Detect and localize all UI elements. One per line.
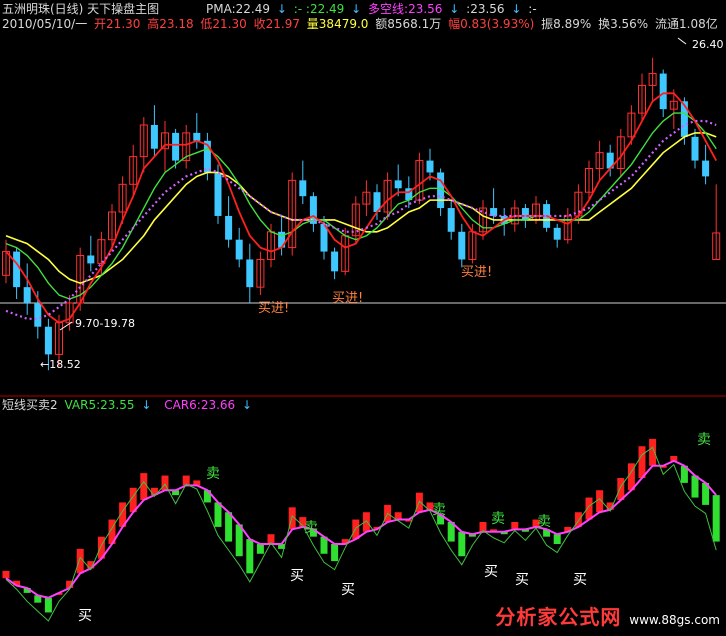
quote-volume: 量38479.0 [306, 17, 369, 31]
pma-value: PMA:22.49 [206, 2, 270, 16]
indicator-bar [256, 544, 264, 554]
candle-body [458, 231, 466, 260]
indicator-bar [140, 473, 148, 500]
chart-canvas: 26.40←18.529.70-19.78买进!买进!买进! 卖卖卖卖 卖卖买买买… [0, 0, 726, 636]
buy-signal-marker: 买 [341, 582, 355, 598]
indicator-bar [331, 544, 339, 562]
candle-body [426, 160, 434, 173]
indicator-title: 短线买卖2 [2, 398, 58, 412]
candle-body [13, 251, 21, 288]
candle-body [521, 208, 529, 220]
candle-body [193, 132, 201, 141]
range-label: 9.70-19.78 [75, 317, 135, 330]
sell-signal-label: 卖 [537, 514, 551, 530]
watermark: 分析家公式网 www.88gs.com [495, 601, 720, 630]
quote-turnover: 换3.56% [598, 17, 649, 31]
ma-value: :- :22.49 [293, 2, 345, 16]
sell-signal-label: 卖 [206, 466, 220, 482]
candle-body [225, 215, 233, 240]
sell-signal-label: 卖 [432, 502, 446, 518]
chart-title: 五洲明珠(日线) 天下操盘主图 [2, 2, 160, 16]
indicator-bar [394, 512, 402, 520]
arrow-down-icon: ↓ [242, 398, 253, 412]
arrow-down-icon: ↓ [511, 2, 522, 16]
buy-signal-marker: 买 [78, 608, 92, 624]
indicator-bar [691, 475, 699, 498]
car6-value: CAR6:23.66 [164, 398, 236, 412]
candle-body [34, 302, 42, 327]
candle-body [659, 73, 667, 110]
low-label: ←18.52 [40, 358, 81, 371]
candle-body [150, 124, 158, 149]
quote-date: 2010/05/10/一 [2, 17, 88, 31]
candle-body [394, 180, 402, 189]
indicator-bar [44, 597, 52, 613]
quote-high: 高23.18 [147, 17, 194, 31]
buy-signal-marker: 买 [290, 568, 304, 584]
candle-body [44, 326, 52, 355]
buy-signal-marker: 买 [484, 564, 498, 580]
candle-body [214, 172, 222, 216]
arrow-down-icon: ↓ [141, 398, 152, 412]
indicator-bar [76, 548, 84, 574]
buy-signal-label: 买进! [461, 265, 492, 280]
quote-open: 开21.30 [94, 17, 141, 31]
watermark-text: 分析家公式网 [495, 605, 622, 629]
candle-body [299, 180, 307, 197]
high-label: 26.40 [692, 38, 724, 51]
quote-low: 低21.30 [200, 17, 247, 31]
quote-close: 收21.97 [253, 17, 300, 31]
candle-body [702, 160, 710, 177]
indicator-bar [458, 531, 466, 557]
extra-dash: :- [528, 2, 537, 16]
quote-line: 2010/05/10/一 开21.30 高23.18 低21.30 收21.97… [2, 17, 721, 32]
var5-value: VAR5:23.55 [64, 398, 135, 412]
quote-amplitude: 振8.89% [541, 17, 592, 31]
indicator-header: 短线买卖2 VAR5:23.55 ↓ CAR6:23.66 ↓ [2, 398, 255, 413]
quote-amount: 额8568.1万 [375, 17, 442, 31]
indicator-bar [553, 534, 561, 544]
candle-body [87, 255, 95, 264]
candle-body [172, 132, 180, 161]
arrow-down-icon: ↓ [276, 2, 287, 16]
candle-body [447, 208, 455, 232]
arrow-down-icon: ↓ [351, 2, 362, 16]
candle-body [23, 287, 31, 303]
indicator-bar [2, 570, 10, 579]
candle-body [246, 259, 254, 288]
indicator-bar [638, 446, 646, 478]
buy-signal-label: 买进! [258, 301, 289, 316]
indicator-bar [511, 522, 519, 530]
candle-body [235, 239, 243, 260]
duokong-value: 多空线:23.56 [368, 2, 443, 16]
sell-signal-label: 卖 [304, 520, 318, 536]
quote-change: 幅0.83(3.93%) [448, 17, 535, 31]
buy-signal-marker: 买 [573, 572, 587, 588]
indicator-bar [352, 519, 360, 540]
quote-float: 流通1.08亿 [655, 17, 718, 31]
arrow-down-icon: ↓ [449, 2, 460, 16]
indicator-bar [712, 495, 720, 542]
extra-value: :23.56 [466, 2, 505, 16]
sell-signal-label: 卖 [697, 432, 711, 448]
candle-body [553, 227, 561, 240]
candle-body [331, 251, 339, 272]
main-header-line: 五洲明珠(日线) 天下操盘主图 PMA:22.49 ↓ :- :22.49 ↓ … [2, 2, 540, 17]
indicator-bar [214, 502, 222, 527]
indicator-bar [225, 512, 233, 542]
candle-body [691, 136, 699, 161]
buy-signal-label: 买进! [332, 291, 363, 306]
sell-signal-label: 卖 [491, 511, 505, 527]
indicator-bar [585, 497, 593, 520]
indicator-bar [246, 539, 254, 574]
buy-signal-marker: 买 [515, 572, 529, 588]
watermark-site: www.88gs.com [629, 613, 720, 627]
